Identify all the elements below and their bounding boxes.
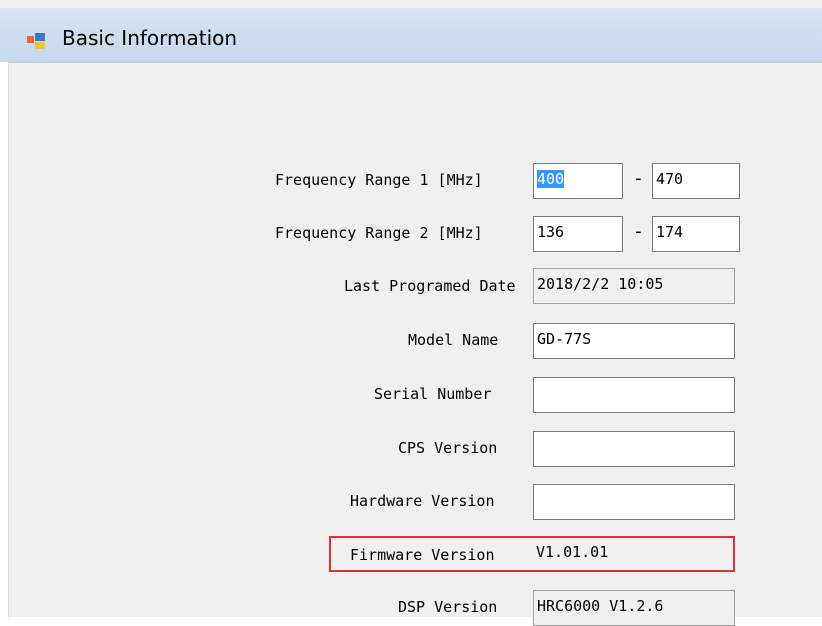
- title-bar: Basic Information: [0, 8, 822, 63]
- serial-number-input[interactable]: [533, 377, 735, 413]
- freq-range-2-label: Frequency Range 2 [MHz]: [275, 224, 483, 242]
- cps-version-label: CPS Version: [398, 439, 498, 457]
- freq-range-1-separator: -: [633, 168, 644, 189]
- dsp-version-label: DSP Version: [398, 598, 498, 616]
- freq-range-2-high-input[interactable]: 174: [652, 216, 740, 252]
- hardware-version-label: Hardware Version: [350, 492, 495, 510]
- freq-range-1-low-input[interactable]: 400: [533, 163, 623, 199]
- serial-number-label: Serial Number: [374, 385, 492, 403]
- form-icon: [26, 31, 46, 51]
- last-programmed-date-label: Last Programed Date: [344, 277, 516, 295]
- cps-version-input[interactable]: [533, 431, 735, 467]
- basic-information-window: Basic Information Frequency Range 1 [MHz…: [0, 0, 822, 626]
- dsp-version-field: HRC6000 V1.2.6: [533, 590, 735, 626]
- firmware-version-field: V1.01.01: [533, 538, 733, 570]
- freq-range-1-label: Frequency Range 1 [MHz]: [275, 171, 483, 189]
- left-edge: [0, 62, 9, 617]
- window-title: Basic Information: [62, 26, 238, 50]
- firmware-version-label: Firmware Version: [350, 546, 495, 564]
- freq-range-2-low-input[interactable]: 136: [533, 216, 623, 252]
- freq-range-1-high-input[interactable]: 470: [652, 163, 740, 199]
- model-name-label: Model Name: [408, 331, 499, 349]
- hardware-version-input[interactable]: [533, 484, 735, 520]
- model-name-input[interactable]: GD-77S: [533, 323, 735, 359]
- last-programmed-date-field: 2018/2/2 10:05: [533, 268, 735, 304]
- freq-range-2-separator: -: [633, 221, 644, 242]
